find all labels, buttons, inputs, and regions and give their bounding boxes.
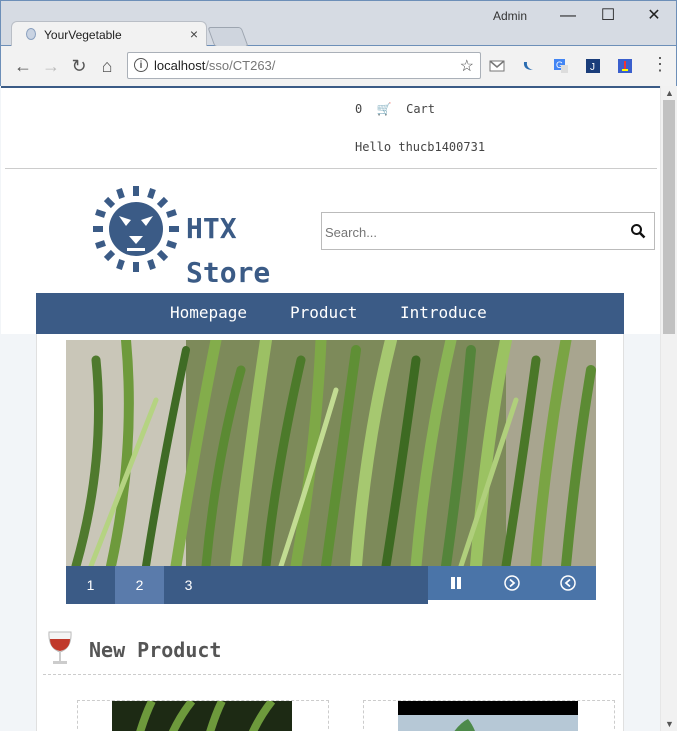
section-title: New Product [89, 638, 222, 662]
jquery-extension-icon[interactable] [521, 58, 537, 74]
address-bar[interactable]: i localhost/sso/CT263/ ☆ [127, 52, 481, 79]
maximize-button[interactable]: ☐ [593, 5, 623, 27]
slider-controls: 1 2 3 [66, 566, 596, 604]
page-scrollbar[interactable]: ▲ ▼ [660, 86, 677, 731]
slider-pagination: 1 2 3 [66, 566, 428, 604]
gmail-extension-icon[interactable] [489, 58, 505, 74]
product-card[interactable] [363, 700, 615, 731]
wine-glass-icon [48, 631, 72, 664]
search-input[interactable] [323, 219, 617, 245]
search-icon[interactable] [630, 223, 646, 239]
window-titlebar: YourVegetable × Admin — ☐ ✕ [0, 0, 677, 47]
cart-icon: 🛒 [369, 102, 399, 116]
tab-close-icon[interactable]: × [190, 26, 198, 42]
info-icon[interactable]: i [134, 58, 148, 72]
product-card[interactable] [77, 700, 329, 731]
url-path: /sso/CT263/ [205, 58, 276, 73]
pause-icon[interactable] [448, 575, 464, 591]
product-image[interactable] [112, 701, 292, 731]
product-image[interactable] [398, 701, 578, 731]
section-divider [43, 674, 621, 675]
url-host: localhost [154, 58, 206, 73]
tab-title: YourVegetable [44, 28, 122, 42]
translate-extension-icon[interactable]: G [553, 58, 569, 74]
browser-menu-icon[interactable]: ⋮ [651, 54, 669, 75]
cart-label: Cart [406, 102, 435, 116]
slider-page-2[interactable]: 2 [115, 566, 164, 604]
main-content: 1 2 3 New Product [36, 334, 624, 731]
next-slide-icon[interactable] [504, 575, 520, 591]
url-text[interactable]: localhost/sso/CT263/ [154, 58, 275, 73]
browser-tab[interactable]: YourVegetable × [11, 21, 207, 47]
brand-line-2: Store [186, 256, 271, 289]
main-navbar: Homepage Product Introduce [36, 293, 624, 334]
scrollbar-thumb[interactable] [663, 100, 675, 334]
user-greeting[interactable]: Hello thucb1400731 [355, 140, 485, 154]
scroll-up-arrow-icon[interactable]: ▲ [665, 88, 674, 98]
page-favicon-icon [26, 28, 36, 40]
reload-icon[interactable]: ↻ [67, 54, 91, 78]
slider-image-water-spinach[interactable] [66, 340, 596, 566]
jira-extension-icon[interactable]: J [585, 58, 601, 74]
web-page: 0 🛒 Cart Hello thucb1400731 HTX Store Se… [1, 86, 660, 731]
brand-line-1: HTX [186, 212, 237, 245]
cart-count: 0 [355, 102, 363, 116]
cart-link[interactable]: 0 🛒 Cart [355, 102, 435, 116]
previous-slide-icon[interactable] [560, 575, 576, 591]
minimize-button[interactable]: — [553, 5, 583, 27]
back-arrow-icon[interactable]: ← [11, 54, 35, 78]
scroll-down-arrow-icon[interactable]: ▼ [665, 719, 674, 729]
header-divider [5, 168, 657, 169]
svg-text:J: J [590, 62, 595, 73]
new-tab-button[interactable] [207, 27, 249, 47]
slider-control-bar [428, 566, 596, 600]
forward-arrow-icon[interactable]: → [39, 54, 63, 78]
browser-toolbar: ← → ↻ ⌂ i localhost/sso/CT263/ ☆ G J ⋮ [0, 46, 677, 86]
slider-page-3[interactable]: 3 [164, 566, 213, 604]
color-extension-icon[interactable] [617, 58, 633, 74]
window-user-label: Admin [493, 9, 528, 23]
slider-page-1[interactable]: 1 [66, 566, 115, 604]
bookmark-star-icon[interactable]: ☆ [460, 56, 474, 76]
home-icon[interactable]: ⌂ [95, 54, 119, 78]
close-window-button[interactable]: ✕ [639, 5, 669, 27]
search-box [321, 212, 655, 250]
lion-logo-icon[interactable] [91, 184, 181, 274]
nav-item-introduce[interactable]: Introduce [400, 303, 487, 322]
nav-item-product[interactable]: Product [290, 303, 357, 322]
nav-item-homepage[interactable]: Homepage [170, 303, 247, 322]
